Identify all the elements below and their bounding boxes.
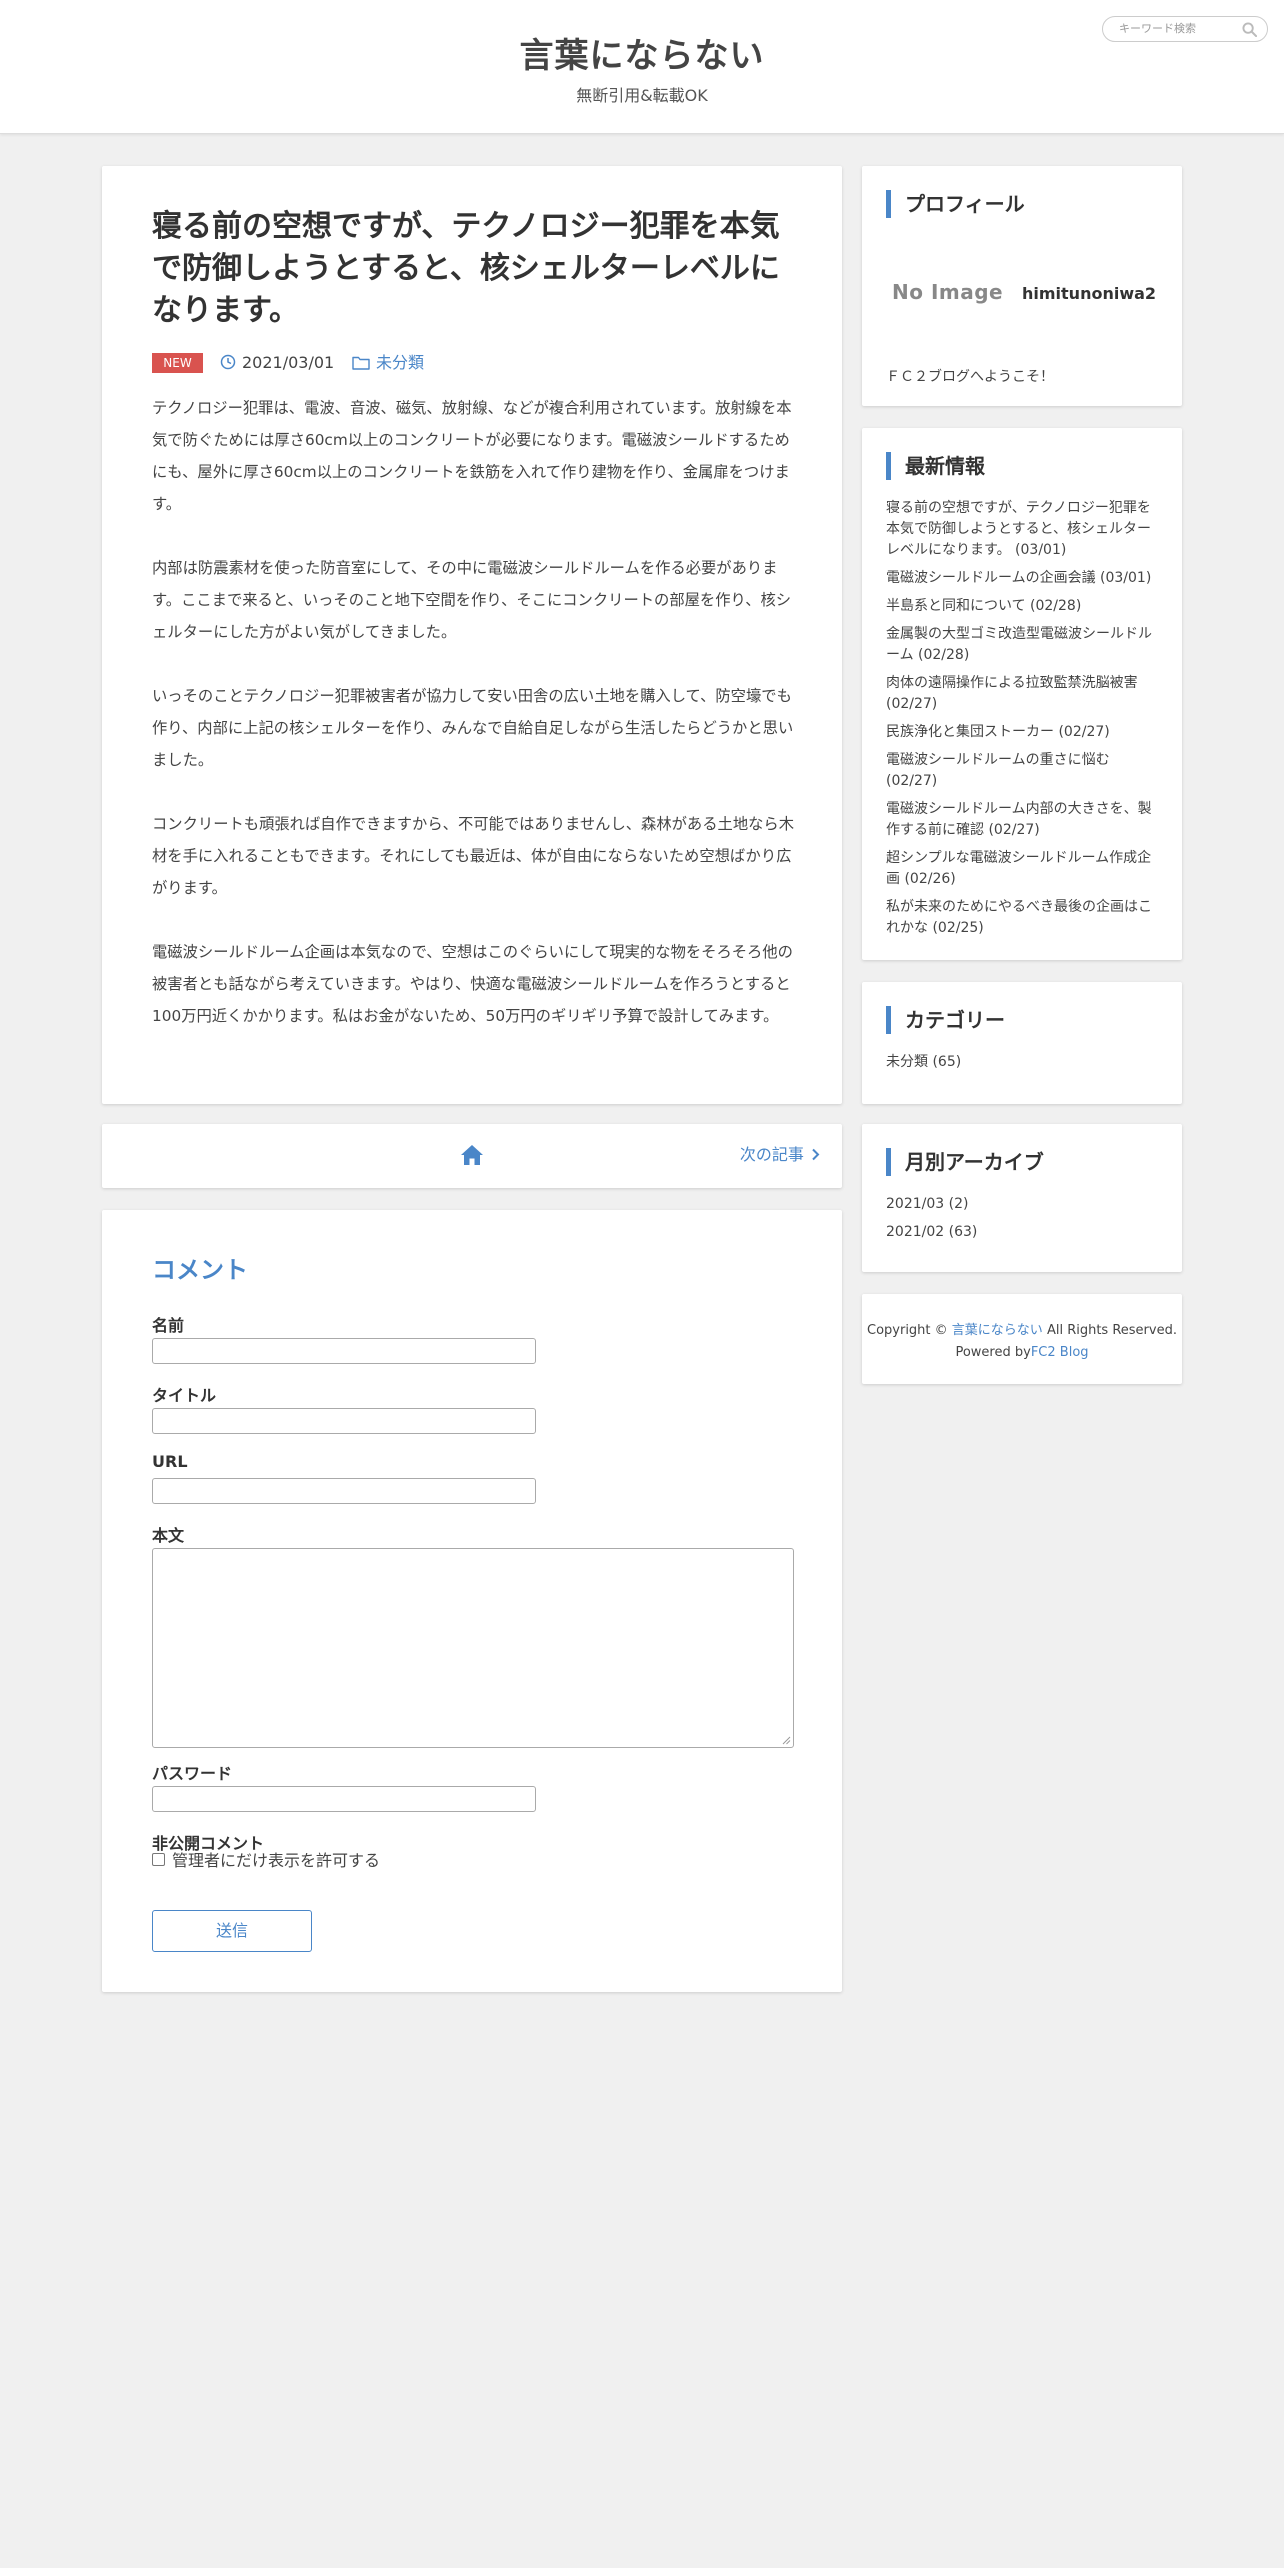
url-field[interactable] <box>152 1478 536 1504</box>
search-icon[interactable] <box>1242 22 1257 37</box>
recent-posts-title: 最新情報 <box>886 452 985 480</box>
next-article-link[interactable]: 次の記事 <box>740 1144 820 1166</box>
copyright-prefix: Copyright © <box>867 1323 948 1338</box>
title-field[interactable] <box>152 1408 536 1434</box>
recent-post-link[interactable]: 電磁波シールドルームの重さに悩む (02/27) <box>886 750 1162 792</box>
article-pager: 次の記事 <box>102 1124 842 1188</box>
recent-post-link[interactable]: 電磁波シールドルームの企画会議 (03/01) <box>886 568 1162 589</box>
body-label: 本文 <box>152 1526 185 1545</box>
article-paragraph: コンクリートも頑張れば自作できますから、不可能ではありませんし、森林がある土地な… <box>152 815 795 897</box>
archive-widget: 月別アーカイブ 2021/03 (2) 2021/02 (63) <box>862 1124 1182 1272</box>
article-paragraph: 電磁波シールドルーム企画は本気なので、空想はこのぐらいにして現実的な物をそろそろ… <box>152 943 793 1025</box>
name-field[interactable] <box>152 1338 536 1364</box>
categories-widget: カテゴリー 未分類 (65) <box>862 982 1182 1104</box>
comment-form: コメント 名前 タイトル URL 本文 パスワード 非公開コメント 管理者にだけ… <box>102 1210 842 1992</box>
profile-name: himitunoniwa2 <box>1022 284 1157 303</box>
archive-title: 月別アーカイブ <box>886 1148 1044 1176</box>
new-badge: NEW <box>152 353 203 373</box>
site-title[interactable]: 言葉にならない <box>0 28 1284 77</box>
article-title: 寝る前の空想ですが、テクノロジー犯罪を本気で防御しようとすると、核シェルターレベ… <box>152 209 780 328</box>
site-header: 言葉にならない 無断引用&転載OK キーワード検索 <box>0 0 1284 134</box>
search-placeholder: キーワード検索 <box>1119 22 1196 35</box>
name-label: 名前 <box>152 1316 185 1335</box>
submit-button[interactable]: 送信 <box>152 1910 312 1952</box>
recent-post-link[interactable]: 電磁波シールドルーム内部の大きさを、製作する前に確認 (02/27) <box>886 799 1162 841</box>
site-description: 無断引用&転載OK <box>576 86 708 105</box>
article-paragraph: 内部は防震素材を使った防音室にして、その中に電磁波シールドルームを作る必要があり… <box>152 559 792 641</box>
article-date: 2021/03/01 <box>242 353 335 372</box>
categories-title: カテゴリー <box>886 1006 1005 1034</box>
article-paragraph: いっそのことテクノロジー犯罪被害者が協力して安い田舎の広い土地を購入して、防空壕… <box>152 687 794 769</box>
recent-post-link[interactable]: 超シンプルな電磁波シールドルーム作成企画 (02/26) <box>886 848 1162 890</box>
url-label: URL <box>152 1452 188 1471</box>
recent-post-link[interactable]: 私が未来のためにやるべき最後の企画はこれかな (02/25) <box>886 897 1162 939</box>
profile-widget: プロフィール No Image himitunoniwa2 ＦＣ２ブログへようこ… <box>862 166 1182 406</box>
password-label: パスワード <box>152 1764 233 1783</box>
rights-text: All Rights Reserved. <box>1046 1323 1177 1338</box>
folder-icon <box>352 356 370 370</box>
next-article-label: 次の記事 <box>739 1145 804 1164</box>
copyright-text: Copyright © 言葉にならない All Rights Reserved.… <box>862 1320 1182 1364</box>
archive-list: 2021/03 (2) 2021/02 (63) <box>886 1194 977 1250</box>
private-checkbox-label[interactable]: 管理者にだけ表示を許可する <box>172 1850 380 1872</box>
archive-link[interactable]: 2021/03 (2) <box>886 1194 977 1215</box>
clock-icon <box>220 354 236 370</box>
site-link[interactable]: 言葉にならない <box>952 1323 1043 1338</box>
comment-heading: コメント <box>152 1256 248 1284</box>
title-label: タイトル <box>152 1386 217 1405</box>
recent-post-link[interactable]: 寝る前の空想ですが、テクノロジー犯罪を本気で防御しようとすると、核シェルターレベ… <box>886 498 1162 561</box>
home-icon[interactable] <box>460 1143 484 1167</box>
resize-grip-icon[interactable] <box>781 1735 791 1745</box>
article-meta: NEW 2021/03/01 未分類 <box>152 352 792 374</box>
copyright-widget: Copyright © 言葉にならない All Rights Reserved.… <box>862 1294 1182 1384</box>
private-checkbox[interactable] <box>152 1853 165 1866</box>
recent-post-link[interactable]: 半島系と同和について (02/28) <box>886 596 1162 617</box>
powered-by-text: Powered by <box>955 1345 1031 1360</box>
category-link[interactable]: 未分類 (65) <box>886 1052 961 1073</box>
password-field[interactable] <box>152 1786 536 1812</box>
search-input[interactable]: キーワード検索 <box>1102 16 1268 42</box>
private-comment-option: 管理者にだけ表示を許可する <box>152 1850 552 1872</box>
body-textarea[interactable] <box>152 1548 794 1748</box>
profile-title: プロフィール <box>886 190 1025 218</box>
article-category-link[interactable]: 未分類 <box>376 352 424 374</box>
fc2-blog-link[interactable]: FC2 Blog <box>1031 1345 1089 1360</box>
article-paragraph: テクノロジー犯罪は、電波、音波、磁気、放射線、などが複合利用されています。放射線… <box>152 399 792 513</box>
recent-post-link[interactable]: 民族浄化と集団ストーカー (02/27) <box>886 722 1162 743</box>
recent-posts-list: 寝る前の空想ですが、テクノロジー犯罪を本気で防御しようとすると、核シェルターレベ… <box>886 498 1162 946</box>
archive-link[interactable]: 2021/02 (63) <box>886 1222 977 1243</box>
article-card: 寝る前の空想ですが、テクノロジー犯罪を本気で防御しようとすると、核シェルターレベ… <box>102 166 842 1104</box>
chevron-right-icon <box>812 1148 820 1161</box>
recent-post-link[interactable]: 金属製の大型ゴミ改造型電磁波シールドルーム (02/28) <box>886 624 1162 666</box>
article-body: テクノロジー犯罪は、電波、音波、磁気、放射線、などが複合利用されています。放射線… <box>152 392 796 1032</box>
recent-post-link[interactable]: 肉体の遠隔操作による拉致監禁洗脳被害 (02/27) <box>886 673 1162 715</box>
profile-welcome: ＦＣ２ブログへようこそ！ <box>886 369 1054 385</box>
avatar: No Image <box>892 280 1004 304</box>
recent-posts-widget: 最新情報 寝る前の空想ですが、テクノロジー犯罪を本気で防御しようとすると、核シェ… <box>862 428 1182 960</box>
